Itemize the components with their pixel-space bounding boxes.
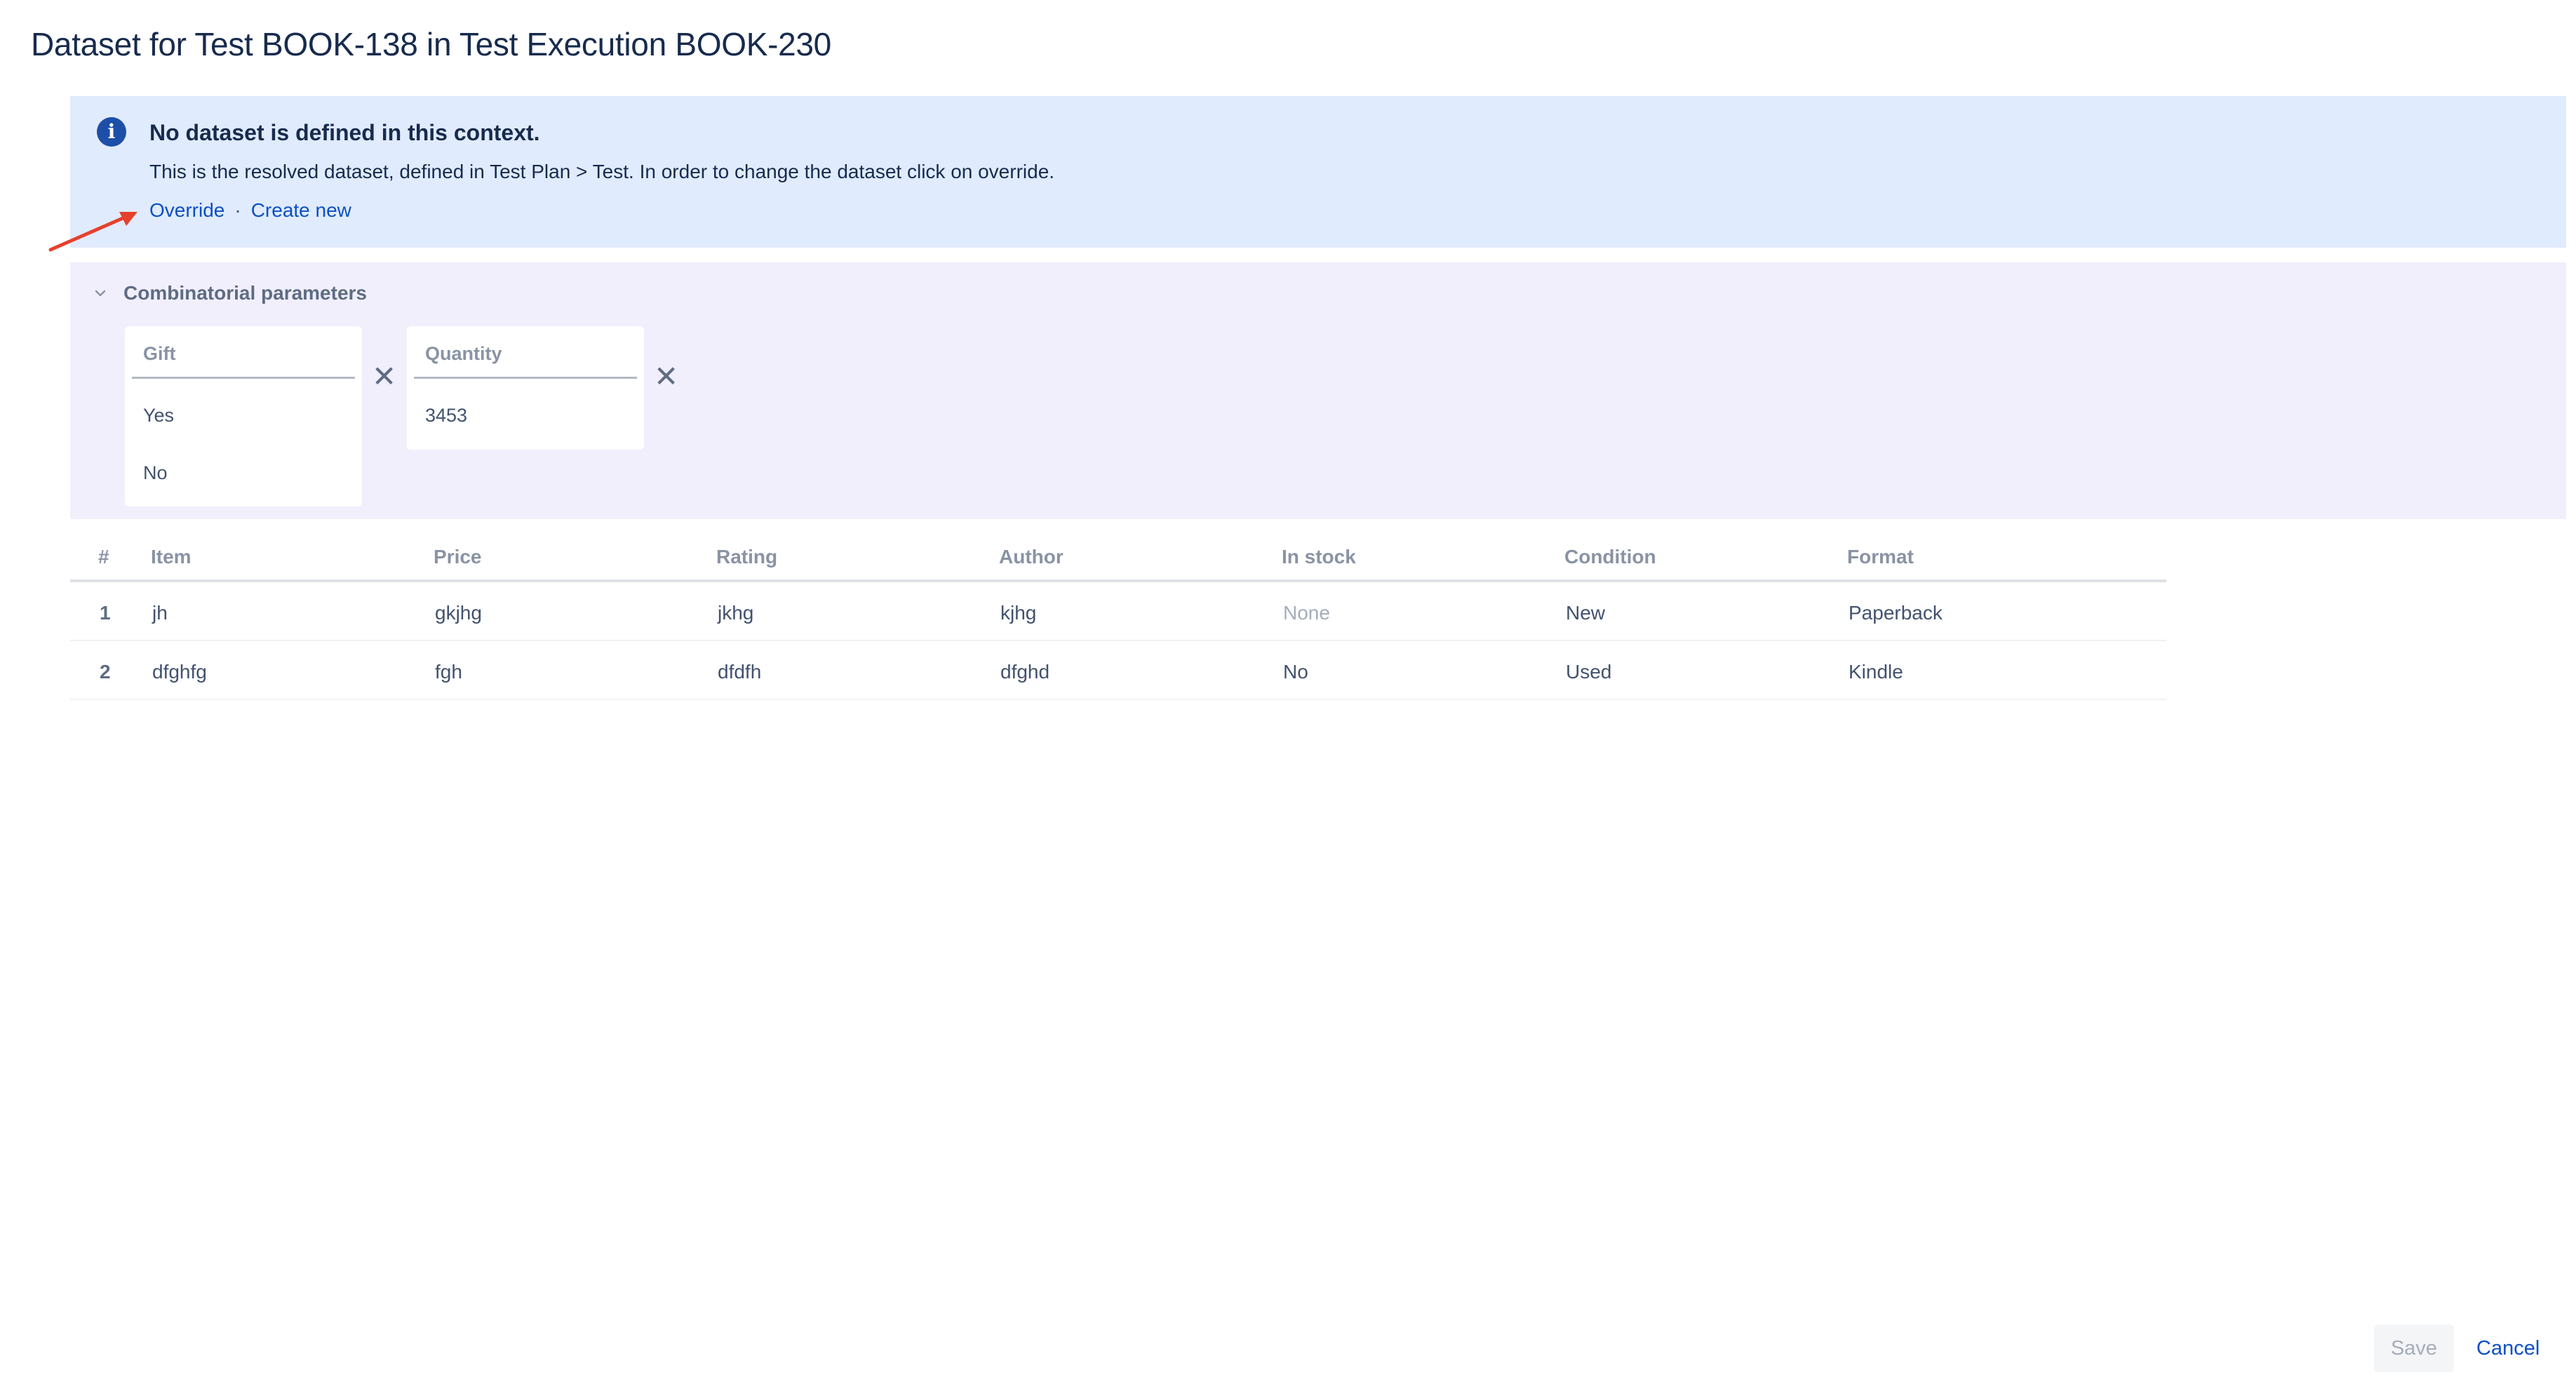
table-cell[interactable]: dfghfg [152, 661, 207, 683]
parameter-value: Yes [143, 405, 175, 426]
remove-parameter-quantity-icon[interactable]: ✕ [654, 362, 678, 391]
dataset-table: # Item Price Rating Author In stock Cond… [70, 535, 2166, 700]
column-header-in-stock[interactable]: In stock [1282, 546, 1356, 568]
parameter-name-header: Gift [132, 326, 355, 379]
chevron-down-icon[interactable] [91, 284, 109, 302]
column-header-rating[interactable]: Rating [716, 546, 777, 568]
info-body-text: This is the resolved dataset, defined in… [149, 161, 1055, 182]
cancel-button[interactable]: Cancel [2476, 1324, 2540, 1372]
table-cell[interactable]: fgh [435, 661, 462, 683]
table-cell[interactable]: Kindle [1849, 661, 1903, 683]
remove-parameter-gift-icon[interactable]: ✕ [372, 362, 396, 391]
parameter-value: 3453 [425, 405, 468, 426]
column-header-condition[interactable]: Condition [1564, 546, 1656, 568]
info-heading: No dataset is defined in this context. [149, 120, 540, 145]
table-cell[interactable]: dfdfh [718, 661, 761, 683]
save-button[interactable]: Save [2374, 1324, 2454, 1372]
parameter-name: Quantity [425, 343, 502, 364]
parameter-card-quantity: Quantity 3453 [407, 326, 644, 450]
combinatorial-header[interactable]: Combinatorial parameters [91, 282, 367, 304]
column-header-author[interactable]: Author [999, 546, 1064, 568]
table-cell[interactable]: gkjhg [435, 602, 482, 624]
info-icon: i [97, 117, 126, 147]
page-title: Dataset for Test BOOK-138 in Test Execut… [31, 26, 831, 62]
table-cell[interactable]: kjhg [1000, 602, 1036, 624]
table-row: 1 jh gkjhg jkhg kjhg None New Paperback [70, 582, 2166, 641]
info-links: Override · Create new [149, 199, 351, 222]
create-new-link[interactable]: Create new [251, 199, 351, 221]
table-row: 2 dfghfg fgh dfdfh dfghd No Used Kindle [70, 641, 2166, 700]
table-cell[interactable]: jkhg [718, 602, 753, 624]
parameter-card-gift: Gift Yes No [125, 326, 362, 506]
combinatorial-label: Combinatorial parameters [123, 282, 367, 304]
table-cell[interactable]: New [1566, 602, 1605, 624]
combinatorial-parameters-panel: Combinatorial parameters Gift Yes No ✕ Q… [70, 262, 2566, 519]
override-link[interactable]: Override [149, 199, 224, 221]
table-cell[interactable]: dfghd [1000, 661, 1049, 683]
column-header-format[interactable]: Format [1847, 546, 1914, 568]
parameter-name-header: Quantity [414, 326, 637, 379]
table-cell[interactable]: jh [152, 602, 168, 624]
table-cell[interactable]: None [1283, 602, 1330, 624]
parameter-name: Gift [143, 343, 176, 364]
column-header-number: # [98, 546, 109, 568]
annotation-arrow-icon [48, 212, 137, 252]
column-header-item[interactable]: Item [151, 546, 192, 568]
table-cell[interactable]: No [1283, 661, 1308, 683]
row-number: 1 [100, 602, 111, 624]
parameter-value: No [143, 462, 168, 483]
column-header-price[interactable]: Price [434, 546, 482, 568]
table-header: # Item Price Rating Author In stock Cond… [70, 535, 2166, 582]
link-separator: · [234, 199, 241, 221]
info-banner: i No dataset is defined in this context.… [70, 96, 2566, 248]
table-cell[interactable]: Used [1566, 661, 1611, 683]
row-number: 2 [100, 661, 111, 683]
table-cell[interactable]: Paperback [1849, 602, 1943, 624]
